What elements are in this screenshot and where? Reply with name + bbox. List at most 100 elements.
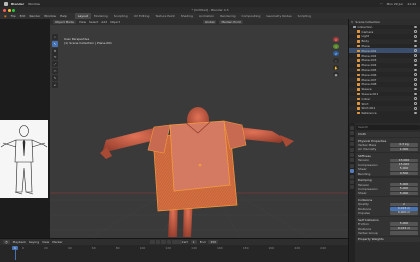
gizmo-z-icon[interactable]: Z: [333, 51, 339, 56]
gizmo-x-icon[interactable]: X: [333, 37, 339, 42]
move-icon[interactable]: ✥: [52, 47, 58, 54]
pivot-point[interactable]: Median Point: [219, 19, 243, 25]
menu-object[interactable]: Object: [110, 20, 120, 24]
panel-header[interactable]: Property Weights: [358, 237, 418, 241]
menu-add[interactable]: Add: [101, 20, 107, 24]
menu-select[interactable]: Select: [89, 20, 98, 24]
3d-viewport[interactable]: ⌖ ↖ ✥ ⟲ ⤢ ▭ ✎ ∠ User Perspective (1) Scene Coll…: [50, 25, 348, 238]
menu-help[interactable]: Help: [60, 14, 67, 18]
play-icon[interactable]: [166, 239, 171, 245]
blender-logo-icon[interactable]: ◉: [4, 14, 7, 18]
visibility-eye-icon[interactable]: [414, 49, 417, 52]
property-value-field[interactable]: 0.500: [390, 171, 418, 176]
menu-keying[interactable]: Keying: [29, 240, 39, 244]
next-key-icon[interactable]: [172, 239, 177, 245]
filter-icon[interactable]: ▽: [351, 20, 353, 24]
visibility-eye-icon[interactable]: [414, 102, 417, 105]
menu-view[interactable]: View: [79, 20, 86, 24]
property-value-field[interactable]: 0.000 m: [390, 211, 418, 215]
visibility-eye-icon[interactable]: [414, 78, 417, 81]
visibility-eye-icon[interactable]: [414, 30, 417, 33]
visibility-eye-icon[interactable]: [414, 83, 417, 86]
camera-view-icon[interactable]: ▣: [333, 72, 339, 77]
visibility-eye-icon[interactable]: [414, 39, 417, 43]
modifier-tab-icon[interactable]: [350, 158, 354, 163]
visibility-eye-icon[interactable]: [414, 68, 417, 72]
visibility-eye-icon[interactable]: [414, 107, 417, 110]
jump-end-icon[interactable]: [177, 239, 182, 245]
wifi-icon[interactable]: ◠: [380, 2, 383, 6]
menu-window[interactable]: Window: [44, 14, 56, 18]
render-tab-icon[interactable]: [350, 131, 354, 136]
data-tab-icon[interactable]: [350, 179, 354, 184]
annotate-icon[interactable]: ✎: [52, 74, 58, 81]
visibility-eye-icon[interactable]: [414, 25, 417, 28]
visibility-eye-icon[interactable]: [414, 73, 417, 76]
menu-render[interactable]: Render: [29, 14, 40, 18]
measure-icon[interactable]: ∠: [52, 81, 58, 88]
property-value-field[interactable]: 1.000: [390, 147, 418, 152]
physics-tab-icon[interactable]: [350, 169, 354, 174]
property-value-field[interactable]: 5.000: [390, 191, 418, 196]
prev-key-icon[interactable]: [155, 239, 160, 245]
property-label: Compression: [358, 187, 378, 191]
pan-hand-icon[interactable]: ✋: [333, 65, 339, 70]
visibility-eye-icon[interactable]: [414, 92, 417, 96]
timeline-tick-label: 200: [268, 246, 275, 250]
properties-search[interactable]: Search: [356, 125, 420, 130]
object-origin-icon: [198, 163, 202, 167]
visibility-eye-icon[interactable]: [414, 63, 417, 67]
material-tab-icon[interactable]: [350, 185, 354, 190]
output-tab-icon[interactable]: [350, 136, 354, 141]
editor-type-icon[interactable]: ◔: [3, 239, 10, 245]
property-value-field[interactable]: [390, 231, 418, 235]
close-window-icon[interactable]: [3, 8, 6, 12]
outliner-row[interactable]: Reference: [349, 111, 420, 116]
timeline-ruler[interactable]: 0 20 40 60 80 100 120 140 160 180 200 220 240: [0, 246, 348, 251]
visibility-eye-icon[interactable]: [414, 54, 417, 57]
constraints-tab-icon[interactable]: [350, 174, 354, 179]
visibility-eye-icon[interactable]: [414, 59, 417, 62]
play-reverse-icon[interactable]: [161, 239, 166, 245]
timeline: ◔ Playback Keying View Marker 1 Start 1 …: [0, 238, 348, 262]
menu-timeline-view[interactable]: View: [42, 240, 49, 244]
particles-tab-icon[interactable]: [350, 163, 354, 168]
world-tab-icon[interactable]: [350, 147, 354, 152]
scene-tab-icon[interactable]: [350, 142, 354, 147]
rotate-icon[interactable]: ⟲: [52, 54, 58, 61]
visibility-eye-icon[interactable]: [414, 87, 417, 91]
transform-orientation[interactable]: Global: [202, 19, 217, 25]
shirt-mesh[interactable]: [147, 120, 247, 212]
select-icon[interactable]: ↖: [52, 40, 58, 47]
zoom-window-icon[interactable]: [12, 8, 15, 12]
tool-tab-icon[interactable]: [350, 126, 354, 130]
gizmo-y-icon[interactable]: Y: [333, 44, 339, 49]
mac-menu-window[interactable]: Window: [28, 2, 40, 6]
visibility-eye-icon[interactable]: [414, 111, 417, 115]
panel-header[interactable]: Cloth: [358, 132, 418, 136]
property-value-field[interactable]: 0.015 m: [390, 226, 418, 231]
mode-selector[interactable]: Object Mode: [53, 19, 76, 25]
properties-panel: Damping Tension 5.000 Compression 5.000 Shear…: [356, 177, 420, 197]
reference-image-editor[interactable]: [0, 19, 50, 238]
object-tab-icon[interactable]: [350, 152, 354, 157]
jump-start-icon[interactable]: [150, 239, 155, 245]
menu-file[interactable]: File: [11, 14, 16, 18]
zoom-icon[interactable]: ⌕: [333, 58, 339, 63]
start-frame[interactable]: 1: [190, 239, 197, 245]
apple-icon[interactable]: [4, 1, 8, 6]
visibility-eye-icon[interactable]: [414, 35, 417, 38]
app-name[interactable]: Blender: [11, 2, 24, 6]
properties-panel: Property Weights: [356, 236, 420, 243]
end-frame[interactable]: 250: [208, 239, 219, 245]
scale-icon[interactable]: ⤢: [52, 61, 58, 68]
navigation-gizmo: X Y Z ⌕ ✋ ▣: [328, 37, 344, 77]
minimize-window-icon[interactable]: [7, 8, 11, 12]
menu-edit[interactable]: Edit: [20, 14, 26, 18]
transform-icon[interactable]: ▭: [52, 67, 58, 74]
menu-marker[interactable]: Marker: [52, 240, 62, 244]
visibility-eye-icon[interactable]: [414, 97, 417, 100]
menu-playback[interactable]: Playback: [13, 240, 26, 244]
visibility-eye-icon[interactable]: [414, 44, 417, 48]
cursor-icon[interactable]: ⌖: [52, 34, 58, 40]
